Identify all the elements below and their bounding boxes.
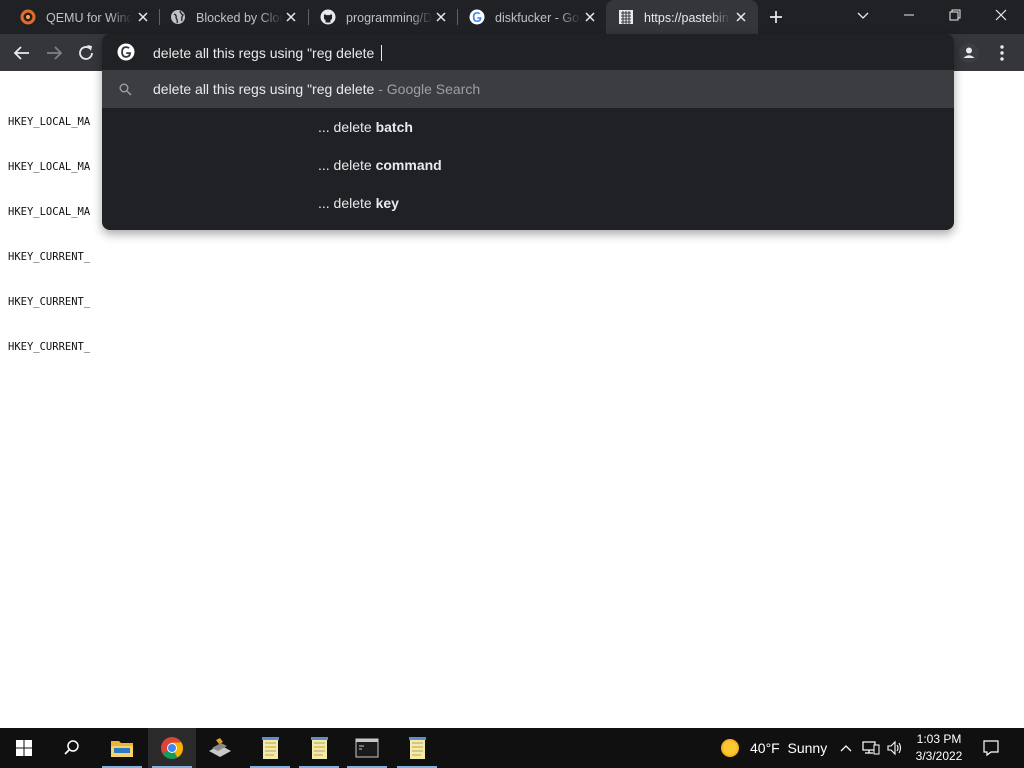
tab-pastebin[interactable]: https://pastebin [606, 0, 758, 34]
tab-qemu[interactable]: QEMU for Windows [8, 0, 160, 34]
tab-title: Blocked by Cloudflare [196, 10, 282, 26]
terminal-icon [355, 738, 379, 758]
qemu-icon [20, 9, 36, 25]
tab-title: diskfucker - Google [495, 10, 581, 26]
system-clock[interactable]: 1:03 PM 3/3/2022 [908, 731, 970, 765]
weather-temp: 40°F [750, 740, 780, 756]
google-icon [469, 9, 485, 25]
taskbar-app[interactable] [196, 728, 244, 768]
suggestion-prefix: ... delete [318, 195, 376, 211]
tab-search-button[interactable] [840, 0, 886, 30]
taskbar-notepad-2[interactable] [295, 728, 343, 768]
network-icon[interactable] [862, 740, 880, 756]
close-icon [995, 9, 1007, 21]
restore-icon [949, 9, 961, 21]
suggestion-search[interactable]: delete all this regs using "reg delete -… [102, 70, 954, 108]
taskbar-search-button[interactable] [48, 728, 96, 768]
tab-google[interactable]: diskfucker - Google [457, 0, 607, 34]
suggestion-text: delete all this regs using "reg delete [153, 81, 375, 97]
menu-icon[interactable] [991, 42, 1013, 64]
suggestion-command[interactable]: ... delete command [102, 146, 954, 184]
address-bar[interactable]: delete all this regs using "reg delete [102, 34, 954, 70]
suggestion-batch[interactable]: ... delete batch [102, 108, 954, 146]
text-caret [381, 45, 383, 61]
suggestion-completion: command [375, 157, 442, 173]
address-input[interactable]: delete all this regs using "reg delete [153, 44, 383, 62]
tab-title: programming/D [346, 10, 432, 26]
registry-line: HKEY_CURRENT_ [8, 296, 91, 308]
registry-line: HKEY_LOCAL_MA [8, 161, 91, 173]
suggestion-source: - Google Search [374, 81, 481, 97]
suggestion-completion: batch [375, 119, 413, 135]
close-icon[interactable] [284, 10, 298, 24]
weather-condition: Sunny [787, 740, 828, 756]
minimize-button[interactable] [886, 0, 932, 30]
tab-github[interactable]: programming/D [308, 0, 458, 34]
reload-icon[interactable] [75, 42, 97, 64]
notepad-icon [262, 737, 279, 759]
volume-icon[interactable] [886, 740, 904, 756]
suggestion-prefix: ... delete [318, 157, 376, 173]
restore-button[interactable] [932, 0, 978, 30]
taskbar-notepad-3[interactable] [393, 728, 441, 768]
suggestion-prefix: ... delete [318, 119, 376, 135]
google-icon [117, 43, 135, 61]
file-explorer-icon [111, 741, 133, 757]
back-icon[interactable] [11, 42, 33, 64]
forward-icon[interactable] [43, 42, 65, 64]
close-icon[interactable] [734, 10, 748, 24]
close-icon[interactable] [136, 10, 150, 24]
profile-icon[interactable] [958, 42, 980, 64]
globe-icon [171, 10, 185, 24]
registry-line: HKEY_LOCAL_MA [8, 116, 91, 128]
clock-date: 3/3/2022 [915, 749, 963, 763]
notepad-icon [409, 737, 426, 759]
new-tab-icon[interactable] [766, 7, 786, 27]
chrome-icon [161, 737, 183, 759]
sun-icon [721, 739, 739, 757]
search-icon [119, 83, 132, 96]
clock-time: 1:03 PM [916, 732, 962, 746]
tab-strip: QEMU for Windows Blocked by Cloudflare p… [0, 0, 1024, 34]
taskbar-chrome[interactable] [148, 728, 196, 768]
suggestion-key[interactable]: ... delete key [102, 184, 954, 222]
taskbar-terminal[interactable] [343, 728, 391, 768]
close-icon[interactable] [583, 10, 597, 24]
notepad-icon [311, 737, 328, 759]
close-icon[interactable] [434, 10, 448, 24]
registry-line: HKEY_CURRENT_ [8, 341, 91, 353]
tab-cloudflare[interactable]: Blocked by Cloudflare [158, 0, 308, 34]
notifications-icon[interactable] [982, 739, 1000, 757]
tab-title: https://pastebin [644, 10, 730, 26]
registry-line: HKEY_LOCAL_MA [8, 206, 91, 218]
tab-title: QEMU for Windows [46, 10, 132, 26]
pastebin-icon [619, 10, 633, 24]
suggestion-completion: key [375, 195, 399, 211]
chevron-up-icon[interactable] [839, 741, 853, 755]
registry-key-list: HKEY_LOCAL_MA HKEY_LOCAL_MA HKEY_LOCAL_M… [8, 85, 90, 385]
taskbar-file-explorer[interactable] [98, 728, 146, 768]
close-window-button[interactable] [978, 0, 1024, 30]
registry-line: HKEY_CURRENT_ [8, 251, 91, 263]
taskbar: 40°F Sunny 1:03 PM 3/3/2022 [0, 728, 1024, 768]
chevron-down-icon [857, 12, 869, 19]
app-icon [209, 738, 231, 757]
taskbar-notepad-1[interactable] [246, 728, 294, 768]
minimize-icon [904, 14, 914, 16]
start-icon [16, 740, 32, 756]
search-icon [64, 740, 79, 755]
omnibox-dropdown: delete all this regs using "reg delete d… [102, 34, 954, 230]
start-button[interactable] [0, 728, 48, 768]
github-icon [320, 9, 336, 25]
